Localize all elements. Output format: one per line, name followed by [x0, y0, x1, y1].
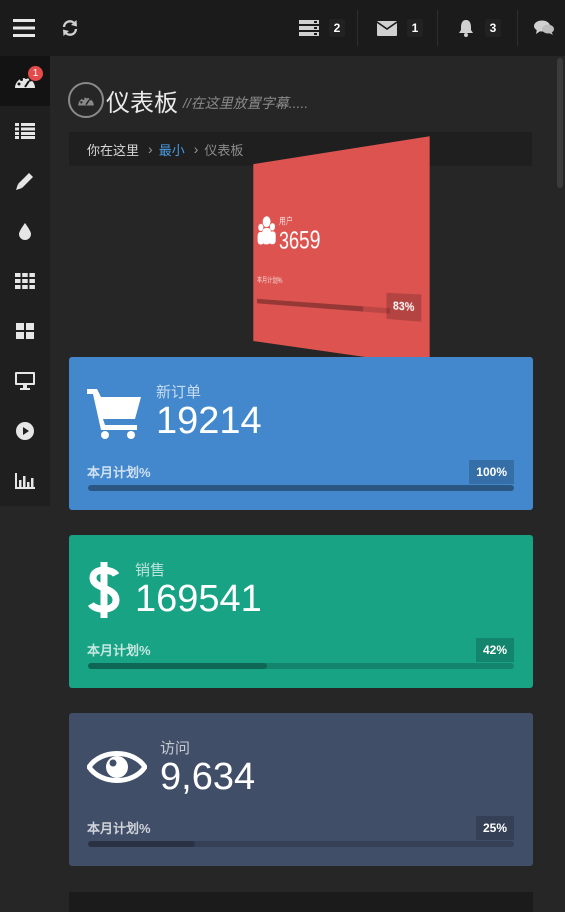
sidebar-badge: 1: [28, 66, 43, 81]
bar-chart-icon: [15, 473, 35, 489]
stat-card-orders: 新订单 19214 本月计划% 100%: [69, 357, 533, 510]
hamburger-icon: [13, 19, 35, 37]
flip-card-plan: 本月计划%: [257, 275, 283, 285]
page-header: 仪表板 //在这里放置字幕.....: [68, 80, 308, 120]
bottom-panel: [69, 892, 533, 912]
stat-progress-track: [88, 485, 514, 491]
stat-percent-badge: 42%: [475, 638, 514, 662]
servers-button[interactable]: 2: [292, 0, 352, 56]
breadcrumb-link[interactable]: 最小: [159, 140, 185, 159]
menu-toggle-button[interactable]: [0, 0, 48, 56]
pencil-icon: [16, 173, 33, 190]
flip-stat-card-face: 用户 3659 本月计划% 83%: [253, 136, 430, 367]
server-icon: [298, 20, 319, 36]
list-icon: [15, 123, 35, 139]
comments-icon: [534, 20, 554, 35]
sidebar-item-desktop[interactable]: [0, 356, 50, 406]
tint-icon: [19, 223, 31, 240]
th-large-icon: [16, 323, 34, 339]
notifications-count: 3: [484, 19, 502, 37]
topbar-divider: [357, 10, 358, 46]
sidebar-item-dashboard[interactable]: 1: [0, 56, 50, 106]
sidebar-item-media[interactable]: [0, 406, 50, 456]
stat-label: 销售: [135, 562, 166, 579]
refresh-icon: [62, 20, 78, 36]
users-icon: [257, 216, 276, 245]
stat-progress-fill: [88, 841, 195, 847]
eye-icon: [87, 751, 147, 783]
stat-progress-track: [88, 663, 514, 669]
breadcrumb-here: 你在这里: [87, 142, 140, 158]
dollar-icon: [87, 562, 120, 618]
stat-value: 19214: [156, 400, 262, 442]
sidebar-item-list[interactable]: [0, 106, 50, 156]
stat-label: 新订单: [156, 384, 202, 401]
stat-progress-fill: [88, 485, 514, 491]
topbar-divider: [437, 10, 438, 46]
chat-button[interactable]: [525, 0, 563, 56]
flip-card-progress-track: [257, 298, 391, 314]
scrollbar-thumb[interactable]: [557, 58, 563, 188]
top-navbar: 2 1 3: [0, 0, 565, 56]
sidebar-item-grid[interactable]: [0, 256, 50, 306]
play-circle-icon: [16, 422, 34, 440]
notifications-button[interactable]: 3: [450, 0, 508, 56]
stat-value: 169541: [135, 578, 262, 620]
stat-label: 访问: [160, 740, 191, 757]
flip-card-progress-fill: [257, 298, 364, 312]
stat-percent-badge: 25%: [475, 816, 514, 840]
sidebar-item-widgets[interactable]: [0, 306, 50, 356]
refresh-button[interactable]: [52, 0, 88, 56]
stat-card-sales: 销售 169541 本月计划% 42%: [69, 535, 533, 688]
page-subtitle: //在这里放置字幕.....: [183, 95, 309, 111]
stat-card-visits: 访问 9,634 本月计划% 25%: [69, 713, 533, 866]
stat-plan-label: 本月计划%: [87, 465, 151, 480]
sidebar-item-charts[interactable]: [0, 456, 50, 506]
stat-progress-fill: [88, 663, 267, 669]
stat-percent-badge: 100%: [469, 460, 514, 484]
sidebar-item-colors[interactable]: [0, 206, 50, 256]
stat-plan-label: 本月计划%: [87, 643, 151, 658]
grid-icon: [15, 273, 35, 289]
page-title: 仪表板: [106, 89, 178, 117]
chevron-right-icon: ›: [193, 141, 199, 157]
shopping-cart-icon: [87, 389, 141, 439]
desktop-icon: [15, 372, 35, 390]
stat-value: 9,634: [160, 756, 256, 798]
stat-progress-track: [88, 841, 514, 847]
bell-icon: [458, 20, 473, 37]
topbar-divider: [517, 10, 518, 46]
page-dashboard-icon: [68, 82, 104, 118]
sidebar-item-edit[interactable]: [0, 156, 50, 206]
messages-button[interactable]: 1: [370, 0, 430, 56]
flip-stat-card: 用户 3659 本月计划% 83%: [220, 136, 440, 367]
chevron-right-icon: ›: [148, 141, 153, 157]
flip-card-value: 3659: [279, 224, 321, 255]
envelope-icon: [376, 20, 397, 36]
sidebar: 1: [0, 56, 50, 506]
messages-count: 1: [406, 19, 424, 37]
main-content: 仪表板 //在这里放置字幕..... 你在这里 › 最小 › 仪表板 用户 36…: [50, 56, 565, 912]
flip-card-percent: 83%: [386, 292, 422, 322]
servers-count: 2: [328, 19, 346, 37]
stat-plan-label: 本月计划%: [87, 821, 151, 836]
